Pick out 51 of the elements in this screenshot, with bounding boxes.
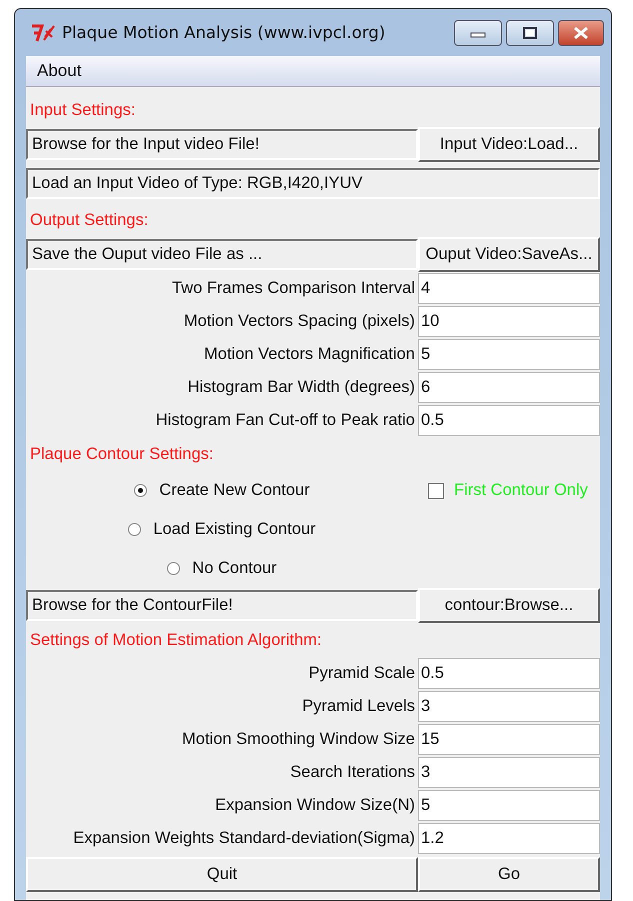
field-label: Histogram Bar Width (degrees) — [186, 377, 416, 398]
maximize-button[interactable] — [506, 20, 554, 46]
input-field[interactable]: 5 — [418, 339, 600, 370]
radio-button[interactable] — [134, 484, 148, 497]
menu-item[interactable]: About — [37, 61, 82, 81]
field-label: Histogram Fan Cut-off to Peak ratio — [154, 410, 416, 431]
radio-label: No Contour — [192, 559, 277, 578]
input-field[interactable]: 0.5 — [418, 658, 600, 689]
field-label: Motion Vectors Magnification — [203, 344, 416, 365]
action-button[interactable]: Go — [418, 857, 600, 892]
input-field[interactable]: 3 — [418, 757, 600, 788]
radio-button[interactable] — [128, 523, 142, 536]
info-label: Load an Input Video of Type: RGB,I420,IYUV — [26, 168, 600, 199]
browse-button[interactable]: Ouput Video:SaveAs... — [418, 237, 600, 272]
section-heading: Plaque Contour Settings: — [29, 444, 214, 465]
field-label: Pyramid Scale — [308, 663, 416, 684]
radio-label: Load Existing Contour — [153, 520, 316, 539]
file-path-label: Browse for the Input video File! — [26, 129, 418, 160]
input-field[interactable]: 4 — [418, 273, 600, 304]
close-button[interactable] — [558, 20, 604, 46]
input-field[interactable]: 15 — [418, 724, 600, 755]
field-label: Pyramid Levels — [301, 696, 416, 717]
file-path-label: Browse for the ContourFile! — [26, 590, 418, 621]
input-field[interactable]: 1.2 — [418, 823, 600, 854]
browse-button[interactable]: Input Video:Load... — [418, 127, 600, 162]
field-label: Search Iterations — [289, 762, 416, 783]
radio-label: Create New Contour — [159, 481, 310, 500]
field-label: Motion Vectors Spacing (pixels) — [182, 311, 416, 332]
input-field[interactable]: 5 — [418, 790, 600, 821]
field-label: Expansion Window Size(N) — [214, 795, 416, 816]
checkbox[interactable] — [428, 482, 444, 498]
window-title: Plaque Motion Analysis (www.ivpcl.org) — [62, 23, 386, 42]
input-field[interactable]: 10 — [418, 306, 600, 337]
input-field[interactable]: 6 — [418, 372, 600, 403]
section-heading: Input Settings: — [29, 100, 136, 121]
field-label: Expansion Weights Standard-deviation(Sigma) — [72, 828, 416, 849]
radio-button[interactable] — [167, 562, 180, 575]
feather-logo-icon — [30, 22, 56, 42]
section-heading: Output Settings: — [29, 210, 150, 231]
section-heading: Settings of Motion Estimation Algorithm: — [29, 630, 323, 651]
field-label: Two Frames Comparison Interval — [171, 278, 416, 299]
field-label: Motion Smoothing Window Size — [181, 729, 416, 750]
input-field[interactable]: 0.5 — [418, 405, 600, 436]
checkbox-label: First Contour Only — [454, 481, 588, 500]
close-icon — [572, 26, 590, 40]
input-field[interactable]: 3 — [418, 691, 600, 722]
maximize-icon — [521, 26, 539, 40]
minimize-button[interactable] — [454, 20, 502, 46]
browse-button[interactable]: contour:Browse... — [418, 588, 600, 623]
action-button[interactable]: Quit — [26, 857, 418, 892]
file-path-label: Save the Ouput video File as ... — [26, 239, 418, 270]
